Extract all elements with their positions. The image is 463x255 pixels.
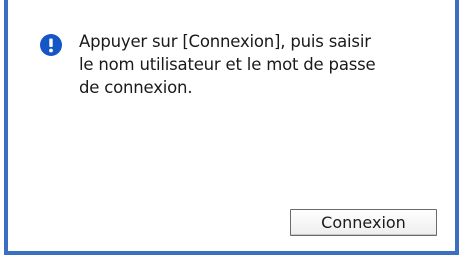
dialog-message-line: le nom utilisateur et le mot de passe: [79, 55, 376, 74]
dialog-message: Appuyer sur [Connexion], puis saisir le …: [79, 30, 439, 99]
dialog-border-left: [4, 0, 8, 255]
dialog-message-line: Appuyer sur [Connexion], puis saisir: [79, 32, 371, 51]
login-prompt-dialog: Appuyer sur [Connexion], puis saisir le …: [0, 0, 463, 255]
login-button[interactable]: Connexion: [290, 209, 437, 236]
exclamation-info-icon: [40, 34, 62, 56]
dialog-message-line: de connexion.: [79, 78, 193, 97]
dialog-border-bottom: [4, 251, 459, 255]
dialog-border-right: [455, 0, 459, 255]
